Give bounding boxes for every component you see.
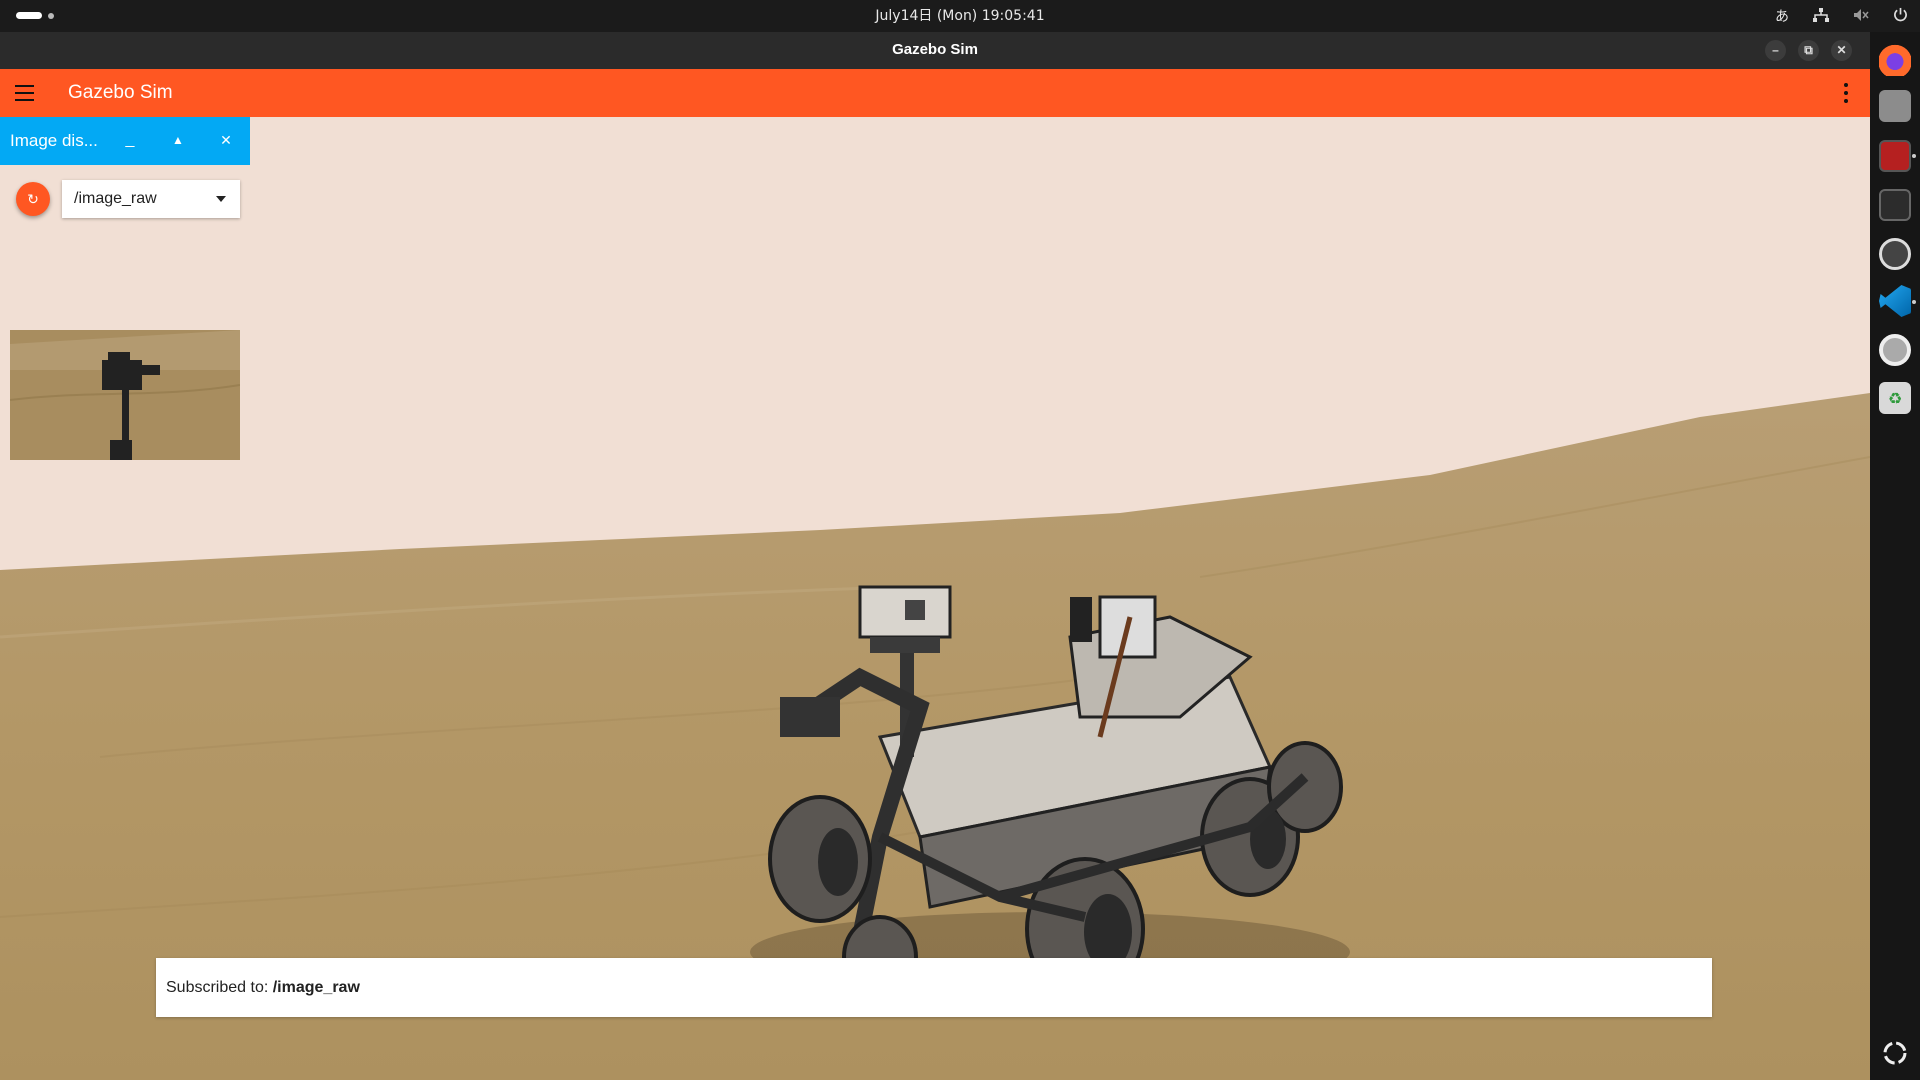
volume-muted-icon[interactable] [1853, 8, 1869, 25]
gazebo-settings-icon[interactable] [1879, 334, 1911, 366]
input-method-indicator[interactable]: あ [1775, 6, 1789, 26]
plugin-minimize-button[interactable]: _ [120, 117, 140, 163]
window-close-button[interactable]: ✕ [1831, 40, 1852, 61]
chevron-down-icon [216, 196, 226, 202]
topic-dropdown-value: /image_raw [74, 190, 157, 207]
hamburger-menu-icon[interactable] [15, 85, 34, 101]
subscription-status-bar: Subscribed to: /image_raw [156, 958, 1712, 1017]
camera-image-preview [10, 330, 240, 460]
system-tray[interactable]: あ [1775, 0, 1908, 32]
svg-text:♻: ♻ [1888, 389, 1902, 408]
system-top-bar: July14日 (Mon) 19:05:41 あ [0, 0, 1920, 32]
window-title-bar[interactable]: Gazebo Sim – ⧉ ✕ [0, 32, 1870, 69]
plugin-close-button[interactable]: ✕ [216, 117, 236, 163]
trash-icon[interactable]: ♻ [1879, 382, 1911, 414]
terminal-icon[interactable] [1879, 140, 1911, 172]
clock[interactable]: July14日 (Mon) 19:05:41 [0, 0, 1920, 32]
more-options-icon[interactable] [1844, 83, 1848, 103]
plugin-collapse-button[interactable]: ▲ [168, 117, 188, 163]
image-display-plugin-header[interactable]: Image dis... _ ▲ ✕ [0, 117, 250, 165]
vscode-icon[interactable] [1879, 285, 1911, 317]
firefox-icon[interactable] [1879, 44, 1911, 76]
network-icon[interactable] [1813, 7, 1829, 25]
running-indicator [1912, 154, 1916, 158]
settings-disc-icon[interactable] [1879, 238, 1911, 270]
application-dock: ♻ [1870, 32, 1920, 1080]
scene-3d-viewport[interactable] [0, 117, 1870, 1080]
app-bar: Gazebo Sim [0, 69, 1870, 117]
mars-terrain [0, 117, 1870, 1080]
refresh-topics-button[interactable]: ↻ [16, 182, 50, 216]
power-icon[interactable] [1893, 7, 1908, 25]
plugin-title: Image dis... [10, 131, 98, 150]
window-title: Gazebo Sim [892, 41, 978, 58]
running-indicator [1912, 300, 1916, 304]
app-title: Gazebo Sim [68, 82, 173, 103]
window-maximize-button[interactable]: ⧉ [1798, 40, 1819, 61]
files-icon[interactable] [1879, 90, 1911, 122]
show-applications-icon[interactable] [1879, 1037, 1911, 1069]
system-monitor-icon[interactable] [1879, 189, 1911, 221]
window-minimize-button[interactable]: – [1765, 40, 1786, 61]
status-topic: /image_raw [272, 979, 360, 996]
topic-dropdown[interactable]: /image_raw [62, 180, 240, 218]
status-prefix: Subscribed to: [166, 979, 273, 996]
